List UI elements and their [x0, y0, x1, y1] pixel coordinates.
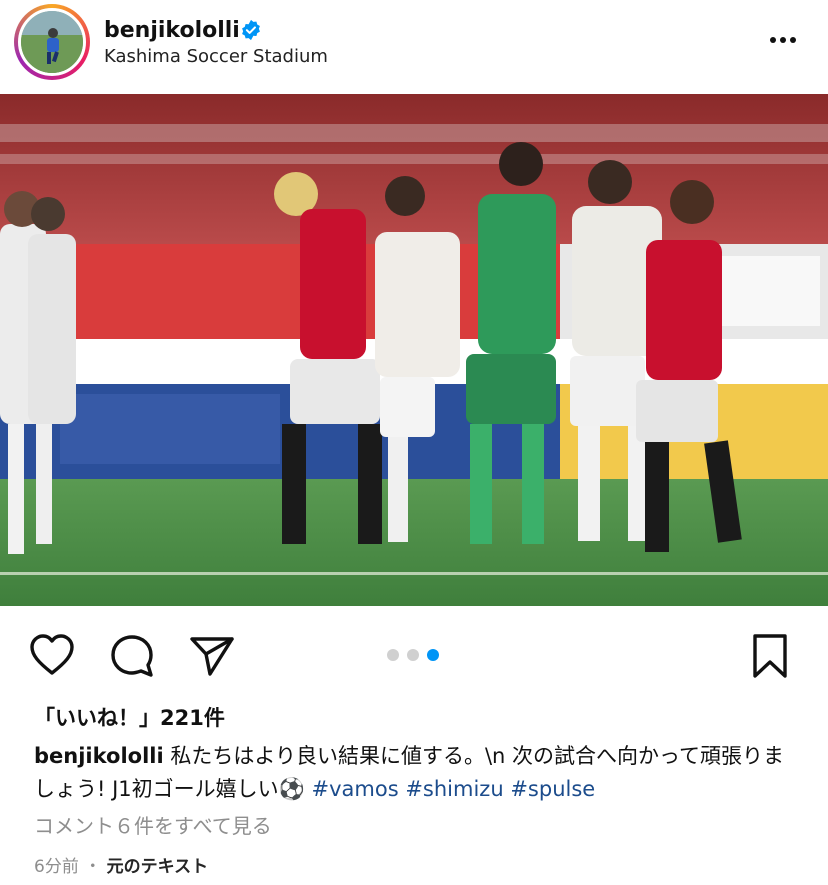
bookmark-icon[interactable] — [750, 632, 790, 680]
view-all-comments-link[interactable]: コメント６件をすべて見る — [34, 810, 272, 839]
post-photo[interactable] — [0, 94, 828, 606]
post-header: benjikololli Kashima Soccer Stadium — [0, 0, 828, 94]
more-horizontal-icon[interactable] — [768, 30, 798, 50]
post-meta: 6分前 ・ 元のテキスト — [34, 852, 208, 877]
carousel-dot-active — [427, 649, 439, 661]
carousel-dot — [407, 649, 419, 661]
caption-username[interactable]: benjikololli — [34, 744, 164, 768]
likes-count[interactable]: 「いいね！」221件 — [34, 702, 225, 732]
paper-plane-icon[interactable] — [188, 634, 236, 678]
hashtag-link[interactable]: #vamos — [312, 777, 399, 801]
avatar-story-ring[interactable] — [14, 4, 90, 80]
carousel-dot — [387, 649, 399, 661]
verified-badge-icon — [242, 19, 260, 41]
comment-bubble-icon[interactable] — [108, 632, 156, 680]
meta-separator: ・ — [84, 857, 102, 877]
soccer-match-photo — [0, 94, 828, 606]
post-location[interactable]: Kashima Soccer Stadium — [104, 46, 328, 67]
heart-icon[interactable] — [28, 632, 76, 678]
avatar-thumbnail-icon — [21, 11, 83, 73]
post-timestamp: 6分前 — [34, 857, 79, 877]
carousel-indicator — [387, 649, 439, 661]
hashtag-link[interactable]: #spulse — [510, 777, 595, 801]
avatar[interactable] — [18, 8, 86, 76]
post-username[interactable]: benjikololli — [104, 18, 240, 43]
hashtag-link[interactable]: #shimizu — [405, 777, 503, 801]
see-original-text-link[interactable]: 元のテキスト — [107, 857, 209, 877]
soccer-ball-emoji-icon: ⚽ — [278, 777, 305, 801]
post-caption: benjikololli 私たちはより良い結果に値する。\n 次の試合へ向かって… — [34, 740, 804, 806]
